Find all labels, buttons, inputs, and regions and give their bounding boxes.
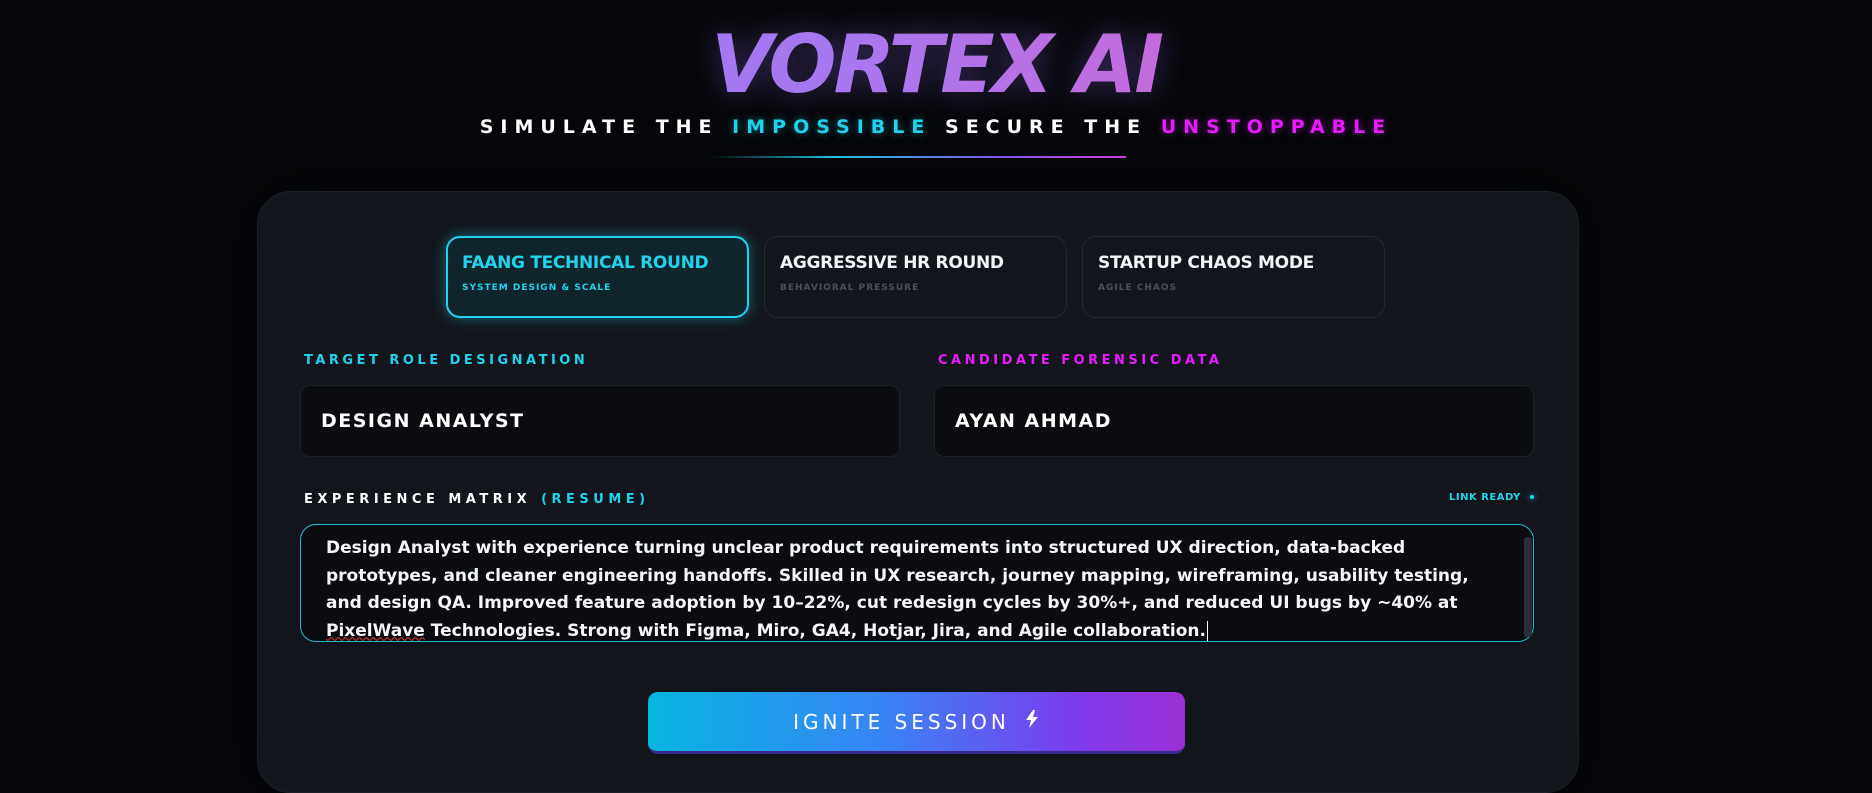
mode-subtitle: BEHAVIORAL PRESSURE <box>780 283 920 293</box>
resume-scrollbar[interactable] <box>1524 537 1532 637</box>
mode-startup-chaos[interactable]: STARTUP CHAOS MODE AGILE CHAOS <box>1082 236 1385 318</box>
tagline-highlight-unstoppable: UNSTOPPABLE <box>1160 116 1393 138</box>
experience-label: EXPERIENCE MATRIX (RESUME) <box>304 492 650 507</box>
text-cursor <box>1206 620 1208 641</box>
candidate-input[interactable]: AYAN AHMAD <box>934 385 1534 457</box>
ignite-label: IGNITE SESSION <box>793 709 1010 734</box>
role-input[interactable]: DESIGN ANALYST <box>300 385 900 457</box>
mode-title: FAANG TECHNICAL ROUND <box>462 253 709 273</box>
tagline-highlight-impossible: IMPOSSIBLE <box>732 116 932 138</box>
spellcheck-flagged-word: PixelWave <box>326 620 425 641</box>
experience-label-accent: (RESUME) <box>541 492 650 507</box>
bolt-icon <box>1024 710 1040 733</box>
ignite-session-button[interactable]: IGNITE SESSION <box>648 692 1185 754</box>
mode-title: AGGRESSIVE HR ROUND <box>780 253 1004 273</box>
mode-title: STARTUP CHAOS MODE <box>1098 253 1314 273</box>
tagline: SIMULATE THE IMPOSSIBLE SECURE THE UNSTO… <box>0 116 1872 138</box>
mode-faang-technical-round[interactable]: FAANG TECHNICAL ROUND SYSTEM DESIGN & SC… <box>446 236 749 318</box>
link-status-text: LINK READY <box>1449 492 1521 503</box>
mode-subtitle: SYSTEM DESIGN & SCALE <box>462 283 612 293</box>
resume-textarea[interactable]: Design Analyst with experience turning u… <box>300 524 1534 642</box>
experience-label-text: EXPERIENCE MATRIX <box>304 492 532 507</box>
link-status: LINK READY <box>1449 492 1534 503</box>
role-label: TARGET ROLE DESIGNATION <box>304 353 589 368</box>
mode-subtitle: AGILE CHAOS <box>1098 283 1177 293</box>
tagline-divider <box>710 156 1126 158</box>
tagline-part1: SIMULATE THE <box>479 116 719 138</box>
mode-aggressive-hr-round[interactable]: AGGRESSIVE HR ROUND BEHAVIORAL PRESSURE <box>764 236 1067 318</box>
candidate-label: CANDIDATE FORENSIC DATA <box>938 353 1223 368</box>
tagline-part2: SECURE THE <box>945 116 1148 138</box>
status-dot-icon <box>1529 495 1534 499</box>
brand-title: VORTEX AI <box>0 18 1872 111</box>
resume-text-end: Technologies. Strong with Figma, Miro, G… <box>424 620 1206 641</box>
resume-text-start: Design Analyst with experience turning u… <box>326 538 1469 613</box>
